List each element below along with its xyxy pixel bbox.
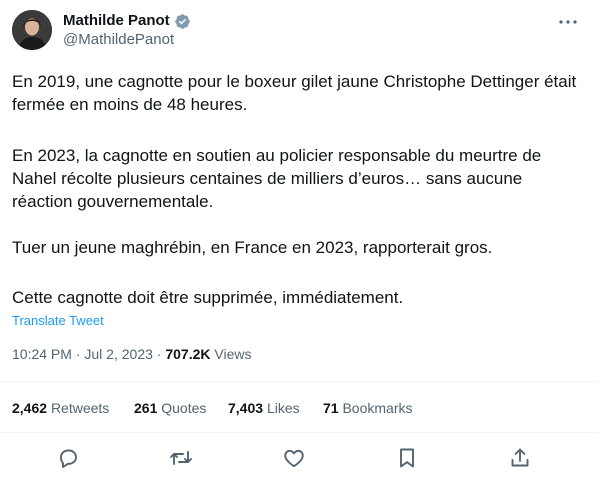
likes-stat[interactable]: 7,403 Likes bbox=[228, 399, 300, 417]
retweets-count: 2,462 bbox=[12, 400, 48, 416]
verified-badge-icon bbox=[174, 13, 191, 30]
likes-count: 7,403 bbox=[228, 400, 264, 416]
reply-icon[interactable] bbox=[56, 446, 80, 470]
translate-tweet-link[interactable]: Translate Tweet bbox=[12, 313, 104, 328]
avatar[interactable] bbox=[12, 10, 52, 50]
likes-label: Likes bbox=[266, 400, 300, 416]
tweet-time[interactable]: 10:24 PM bbox=[12, 346, 72, 362]
tweet-paragraph: En 2023, la cagnotte en soutien au polic… bbox=[12, 146, 542, 211]
quotes-stat[interactable]: 261 Quotes bbox=[134, 399, 206, 417]
tweet-paragraph: Cette cagnotte doit être supprimée, immé… bbox=[12, 288, 404, 307]
divider bbox=[0, 432, 598, 433]
bookmarks-count: 71 bbox=[323, 400, 339, 416]
quotes-count: 261 bbox=[134, 400, 158, 416]
bookmarks-label: Bookmarks bbox=[342, 400, 413, 416]
more-options-icon[interactable] bbox=[556, 12, 580, 32]
divider bbox=[0, 381, 598, 382]
tweet-card: Mathilde Panot @MathildePanot En 2019, u… bbox=[0, 0, 604, 484]
share-icon[interactable] bbox=[508, 446, 532, 470]
views-label: Views bbox=[214, 346, 252, 362]
tweet-meta: 10:24 PM · Jul 2, 2023 · 707.2K Views bbox=[12, 345, 251, 363]
quotes-label: Quotes bbox=[161, 400, 207, 416]
author-display-name[interactable]: Mathilde Panot bbox=[63, 12, 170, 30]
author-handle[interactable]: @MathildePanot bbox=[63, 31, 174, 49]
bookmarks-stat[interactable]: 71 Bookmarks bbox=[323, 399, 413, 417]
views-count: 707.2K bbox=[165, 346, 211, 362]
retweet-icon[interactable] bbox=[169, 446, 193, 470]
bookmark-icon[interactable] bbox=[395, 446, 419, 470]
tweet-paragraph: En 2019, une cagnotte pour le boxeur gil… bbox=[12, 72, 577, 114]
retweets-stat[interactable]: 2,462 Retweets bbox=[12, 399, 109, 417]
retweets-label: Retweets bbox=[50, 400, 110, 416]
meta-separator: · bbox=[75, 346, 81, 362]
author-name-row: Mathilde Panot bbox=[63, 12, 191, 30]
meta-separator: · bbox=[156, 346, 162, 362]
tweet-date[interactable]: Jul 2, 2023 bbox=[84, 346, 153, 362]
like-icon[interactable] bbox=[282, 446, 306, 470]
tweet-paragraph: Tuer un jeune maghrébin, en France en 20… bbox=[12, 238, 493, 257]
